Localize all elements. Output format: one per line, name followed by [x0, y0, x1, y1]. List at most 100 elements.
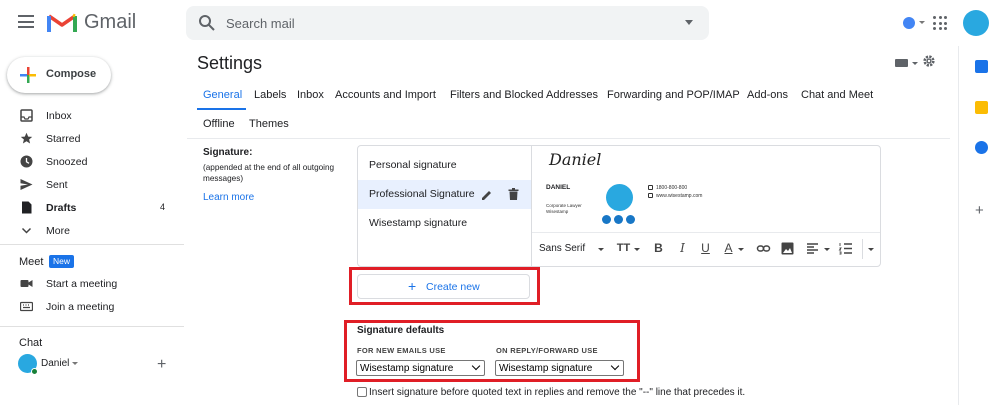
signature-help-text: (appended at the end of all outgoing mes…	[203, 163, 335, 183]
search-icon[interactable]	[198, 14, 216, 32]
app-name: Gmail	[84, 11, 137, 33]
compose-button[interactable]: Compose	[7, 57, 111, 93]
font-family-select[interactable]: Sans Serif	[539, 243, 585, 254]
bold-icon[interactable]: B	[651, 241, 666, 256]
chat-user-name[interactable]: Daniel	[41, 358, 69, 369]
signature-label: Signature:	[203, 147, 253, 158]
account-avatar[interactable]	[963, 10, 989, 36]
keep-icon[interactable]	[975, 101, 988, 114]
tab-addons[interactable]: Add-ons	[747, 89, 788, 101]
input-tools-caret-icon[interactable]	[912, 62, 918, 65]
drafts-count: 4	[159, 202, 165, 212]
search-input[interactable]	[226, 14, 646, 32]
sidebar-divider	[0, 326, 184, 327]
tab-accounts-import[interactable]: Accounts and Import	[335, 89, 436, 101]
text-color-caret-icon[interactable]	[738, 248, 744, 251]
nav-item-snoozed[interactable]: Snoozed	[0, 151, 180, 173]
insert-signature-checkbox[interactable]	[357, 387, 367, 397]
tab-inbox[interactable]: Inbox	[297, 89, 324, 101]
add-chat-icon[interactable]: +	[157, 357, 166, 373]
plus-icon	[20, 67, 36, 83]
learn-more-link[interactable]: Learn more	[203, 192, 254, 203]
compose-label: Compose	[46, 68, 97, 80]
tab-filters[interactable]: Filters and Blocked Addresses	[450, 89, 598, 101]
new-badge: New	[49, 255, 75, 268]
signature-item-professional[interactable]: Professional Signature	[358, 180, 531, 209]
inbox-icon	[20, 109, 33, 122]
link-icon[interactable]	[756, 241, 771, 256]
gmail-logo-icon[interactable]	[47, 12, 77, 34]
numbered-list-icon[interactable]	[838, 241, 853, 256]
facebook-icon	[602, 215, 611, 224]
nav-item-start-meeting[interactable]: Start a meeting	[0, 273, 180, 295]
nav-label: Inbox	[46, 110, 72, 122]
search-bar[interactable]	[186, 6, 709, 40]
text-color-icon[interactable]: A	[721, 241, 736, 256]
nav-item-drafts[interactable]: Drafts 4	[0, 197, 180, 219]
tabs-divider	[187, 138, 950, 139]
sidebar-divider	[0, 244, 184, 245]
font-size-caret-icon[interactable]	[634, 248, 640, 251]
align-caret-icon[interactable]	[824, 248, 830, 251]
video-camera-icon	[20, 280, 33, 287]
signature-item-personal[interactable]: Personal signature	[358, 151, 531, 180]
gear-icon[interactable]	[922, 54, 936, 68]
status-caret-icon[interactable]	[919, 21, 925, 24]
get-addons-icon[interactable]: +	[975, 203, 984, 218]
nav-label: Drafts	[46, 202, 77, 214]
status-icon[interactable]	[903, 17, 915, 29]
clock-icon	[20, 155, 33, 168]
align-icon[interactable]	[805, 241, 820, 256]
toolbar-separator	[862, 239, 863, 259]
signature-website: www.wisestamp.com	[656, 193, 703, 199]
signature-item-wisestamp[interactable]: Wisestamp signature	[358, 209, 531, 238]
google-apps-icon[interactable]	[933, 16, 947, 30]
signature-editor[interactable]: Daniel DANIEL Corporate Lawyer Wisestamp …	[532, 146, 880, 232]
nav-label: More	[46, 225, 70, 237]
main-menu-icon[interactable]	[18, 15, 34, 28]
font-caret-icon[interactable]	[598, 248, 604, 251]
highlight-box-create-new	[349, 267, 540, 305]
draft-icon	[22, 201, 32, 214]
underline-icon[interactable]: U	[698, 241, 713, 256]
tab-labels[interactable]: Labels	[254, 89, 286, 101]
signature-role: Corporate Lawyer Wisestamp	[546, 203, 582, 214]
more-formatting-caret-icon[interactable]	[868, 248, 874, 251]
nav-label: Sent	[46, 179, 68, 191]
tab-forwarding[interactable]: Forwarding and POP/IMAP	[607, 89, 740, 101]
input-tools-icon[interactable]	[895, 59, 908, 67]
nav-item-inbox[interactable]: Inbox	[0, 105, 180, 127]
signature-name: DANIEL	[546, 184, 571, 191]
send-icon	[20, 179, 33, 190]
twitter-icon	[626, 215, 635, 224]
image-icon[interactable]	[780, 241, 795, 256]
nav-label: Snoozed	[46, 156, 88, 168]
font-size-icon[interactable]: TT	[616, 241, 631, 256]
tab-chat-meet[interactable]: Chat and Meet	[801, 89, 873, 101]
tasks-icon[interactable]	[975, 141, 988, 154]
tab-offline[interactable]: Offline	[203, 118, 235, 130]
pencil-icon[interactable]	[481, 189, 493, 201]
nav-label: Start a meeting	[46, 278, 118, 290]
nav-item-starred[interactable]: Starred	[0, 128, 180, 150]
chat-status-caret-icon[interactable]	[72, 362, 78, 365]
tab-themes[interactable]: Themes	[249, 118, 289, 130]
linkedin-icon	[614, 215, 623, 224]
highlight-box-defaults	[344, 320, 640, 382]
italic-icon[interactable]: I	[675, 241, 690, 256]
top-bar: Gmail	[0, 0, 1000, 46]
online-status-icon	[31, 368, 38, 375]
search-options-icon[interactable]	[685, 20, 693, 25]
calendar-icon[interactable]	[975, 60, 988, 73]
nav-item-join-meeting[interactable]: Join a meeting	[0, 296, 180, 318]
nav-item-more[interactable]: More	[0, 220, 180, 242]
nav-item-sent[interactable]: Sent	[0, 174, 180, 196]
wisestamp-logo	[606, 184, 633, 211]
insert-signature-label: Insert signature before quoted text in r…	[369, 387, 746, 398]
phone-icon	[648, 185, 653, 190]
tab-general[interactable]: General	[203, 89, 242, 101]
side-panel	[958, 46, 1000, 405]
nav-label: Starred	[46, 133, 81, 145]
trash-icon[interactable]	[508, 188, 519, 200]
meet-section-title: Meet	[19, 256, 44, 268]
